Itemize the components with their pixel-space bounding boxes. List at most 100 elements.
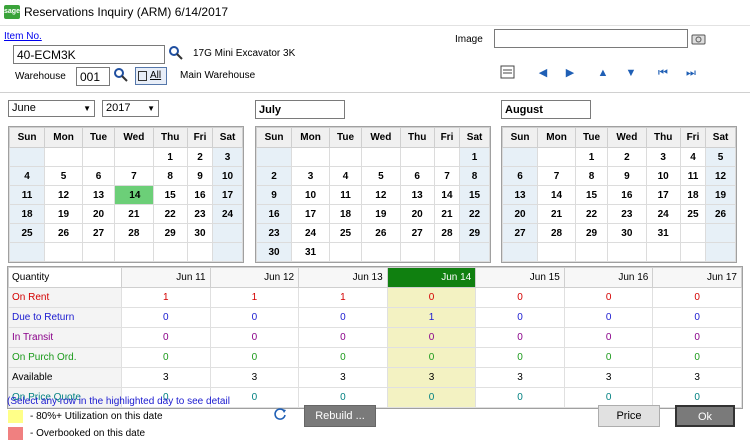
calendar-day[interactable]: 6	[399, 166, 435, 186]
calendar-day[interactable]: 9	[255, 185, 293, 205]
calendar-day[interactable]: 18	[8, 204, 46, 224]
year-select[interactable]: 2017 ▼	[102, 100, 159, 117]
calendar-day[interactable]: 28	[433, 223, 461, 243]
calendar-day[interactable]: 15	[152, 185, 188, 205]
calendar-day[interactable]: 29	[574, 223, 609, 243]
calendar-day[interactable]: 14	[433, 185, 461, 205]
quantity-cell[interactable]: 0	[563, 307, 654, 328]
calendar-day[interactable]: 18	[679, 185, 707, 205]
calendar-day[interactable]: 20	[81, 204, 116, 224]
calendar-day[interactable]: 26	[44, 223, 83, 243]
calendar-day[interactable]: 29	[152, 223, 188, 243]
calendar-day[interactable]: 11	[679, 166, 707, 186]
calendar-day[interactable]: 31	[645, 223, 681, 243]
calendar-day[interactable]: 27	[399, 223, 435, 243]
quantity-cell[interactable]: 0	[386, 347, 477, 368]
quantity-cell[interactable]: 1	[298, 287, 388, 308]
calendar-day[interactable]: 12	[705, 166, 736, 186]
calendar-day[interactable]: 2	[186, 147, 214, 167]
quantity-cell[interactable]: 0	[298, 347, 388, 368]
date-column-header[interactable]: Jun 14	[386, 267, 477, 288]
calendar-day[interactable]: 22	[574, 204, 609, 224]
first-icon[interactable]: ⏮	[657, 67, 669, 79]
item-no-link[interactable]: Item No.	[4, 31, 42, 42]
calendar-day[interactable]: 12	[361, 185, 401, 205]
quantity-cell[interactable]: 3	[563, 367, 654, 388]
calendar-day[interactable]: 20	[399, 204, 435, 224]
quantity-cell[interactable]: 0	[475, 347, 565, 368]
last-icon[interactable]: ⏭	[685, 67, 697, 79]
date-column-header[interactable]: Jun 17	[652, 267, 742, 288]
quantity-cell[interactable]: 0	[121, 307, 211, 328]
quantity-cell[interactable]: 0	[209, 307, 300, 328]
calendar-day[interactable]: 22	[459, 204, 490, 224]
calendar-day[interactable]: 30	[607, 223, 647, 243]
quantity-cell[interactable]: 0	[652, 327, 742, 348]
quantity-cell[interactable]: 3	[475, 367, 565, 388]
calendar-day[interactable]: 17	[645, 185, 681, 205]
calendar-day[interactable]: 14	[537, 185, 576, 205]
quantity-cell[interactable]: 0	[475, 387, 565, 408]
image-input[interactable]	[494, 29, 688, 48]
calendar-day[interactable]: 5	[361, 166, 401, 186]
calendar-day[interactable]: 20	[501, 204, 539, 224]
quantity-cell[interactable]: 3	[652, 367, 742, 388]
calendar-day[interactable]: 16	[255, 204, 293, 224]
quantity-cell[interactable]: 0	[298, 327, 388, 348]
calendar-day[interactable]: 24	[645, 204, 681, 224]
calendar-day[interactable]: 19	[361, 204, 401, 224]
quantity-cell[interactable]: 1	[209, 287, 300, 308]
warehouse-input[interactable]: 001	[76, 67, 110, 86]
calendar-day[interactable]: 16	[607, 185, 647, 205]
calendar-day[interactable]: 19	[44, 204, 83, 224]
calendar-day[interactable]: 27	[81, 223, 116, 243]
calendar-day[interactable]: 19	[705, 185, 736, 205]
table-row[interactable]: On Rent 1 1 1 0 0 0 0	[8, 287, 742, 308]
calendar-day[interactable]: 4	[679, 147, 707, 167]
calendar-day[interactable]: 28	[537, 223, 576, 243]
calendar-day[interactable]: 9	[607, 166, 647, 186]
calendar-day[interactable]: 13	[399, 185, 435, 205]
calendar-day[interactable]: 3	[212, 147, 243, 167]
quantity-cell[interactable]: 0	[298, 307, 388, 328]
calendar-day[interactable]: 6	[81, 166, 116, 186]
month-select[interactable]: June ▼	[8, 100, 95, 117]
calendar-day[interactable]: 2	[607, 147, 647, 167]
quantity-cell[interactable]: 0	[563, 327, 654, 348]
date-column-header[interactable]: Jun 13	[298, 267, 388, 288]
quantity-cell[interactable]: 0	[386, 327, 477, 348]
table-row[interactable]: Available 3 3 3 3 3 3 3	[8, 367, 742, 388]
previous-icon[interactable]: ◀	[537, 67, 549, 79]
calendar-day[interactable]: 25	[679, 204, 707, 224]
item-no-input[interactable]: 40-ECM3K	[13, 45, 165, 64]
quantity-cell[interactable]: 3	[121, 367, 211, 388]
quantity-cell[interactable]: 0	[652, 347, 742, 368]
calendar-day[interactable]: 25	[8, 223, 46, 243]
quantity-cell[interactable]: 0	[563, 347, 654, 368]
quantity-cell[interactable]: 0	[121, 327, 211, 348]
calendar-day[interactable]: 27	[501, 223, 539, 243]
calendar-day[interactable]: 22	[152, 204, 188, 224]
calendar-day[interactable]: 30	[186, 223, 214, 243]
quantity-cell[interactable]: 0	[652, 307, 742, 328]
quantity-cell[interactable]: 3	[209, 367, 300, 388]
calendar-today-icon[interactable]	[500, 65, 516, 82]
quantity-cell[interactable]: 0	[209, 327, 300, 348]
calendar-day[interactable]: 17	[212, 185, 243, 205]
item-search-icon[interactable]	[168, 45, 184, 64]
all-warehouses-button[interactable]: All	[135, 67, 167, 85]
calendar-day[interactable]: 24	[291, 223, 330, 243]
calendar-day[interactable]: 23	[255, 223, 293, 243]
rebuild-button[interactable]: Rebuild ...	[304, 405, 376, 427]
date-column-header[interactable]: Jun 16	[563, 267, 654, 288]
calendar-day[interactable]: 29	[459, 223, 490, 243]
calendar-day[interactable]: 11	[328, 185, 363, 205]
calendar-day[interactable]: 3	[645, 147, 681, 167]
quantity-cell[interactable]: 0	[386, 287, 477, 308]
calendar-day[interactable]: 1	[574, 147, 609, 167]
calendar-day[interactable]: 21	[114, 204, 154, 224]
calendar-day[interactable]: 15	[574, 185, 609, 205]
calendar-day[interactable]: 23	[186, 204, 214, 224]
quantity-cell[interactable]: 0	[475, 307, 565, 328]
calendar-day[interactable]: 8	[459, 166, 490, 186]
